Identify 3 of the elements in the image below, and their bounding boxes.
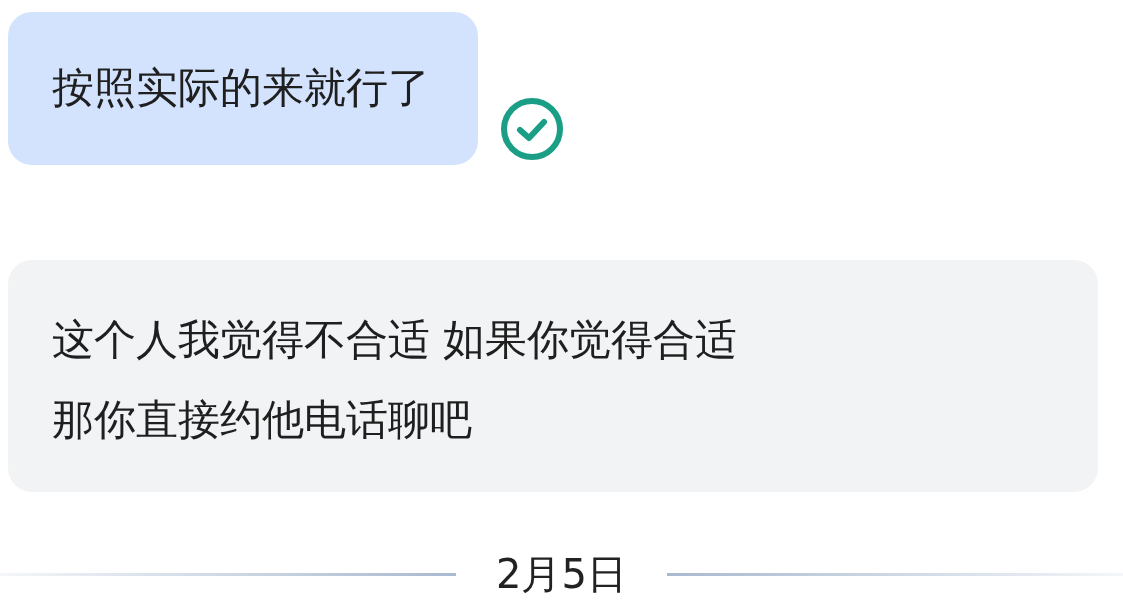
date-label: 2月5日 [496, 550, 627, 599]
sent-message-bubble: 按照实际的来就行了 [8, 12, 478, 165]
received-message-bubble: 这个人我觉得不合适 如果你觉得合适那你直接约他电话聊吧 [8, 260, 1098, 492]
